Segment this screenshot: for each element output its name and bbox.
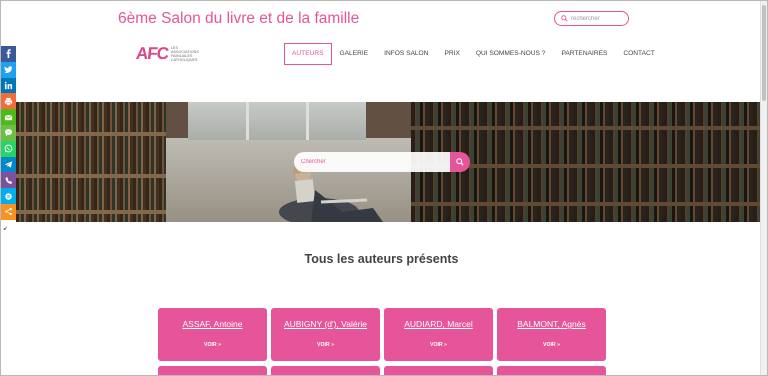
hero-search-form <box>294 152 470 172</box>
nav-item-auteurs[interactable]: AUTEURS <box>284 43 332 65</box>
search-icon <box>561 15 568 22</box>
nav-item-infos-salon[interactable]: INFOS SALON <box>376 43 436 65</box>
facebook-share-button[interactable] <box>1 46 16 62</box>
author-card[interactable] <box>384 366 493 375</box>
share-icon <box>5 208 12 216</box>
author-name-link[interactable]: ASSAF, Antoine <box>158 319 267 329</box>
section-heading: Tous les auteurs présents <box>304 252 459 266</box>
collapse-share-bar-icon[interactable]: ↙ <box>3 225 8 232</box>
author-voir-link[interactable]: VOIR » <box>158 342 267 348</box>
browser-viewport: 6ème Salon du livre et de la famille AFC… <box>0 0 768 376</box>
author-card[interactable]: BALMONT, Agnès VOIR » <box>497 308 606 361</box>
afc-logo[interactable]: AFC LES ASSOCIATIONS FAMILIALES CATHOLIQ… <box>135 44 199 64</box>
author-card[interactable] <box>271 366 380 375</box>
viber-share-button[interactable] <box>1 172 16 189</box>
social-share-bar: S <box>1 46 16 220</box>
author-card[interactable] <box>497 366 606 375</box>
linkedin-icon <box>4 81 13 90</box>
author-voir-link[interactable]: VOIR » <box>384 342 493 348</box>
svg-text:S: S <box>7 194 10 199</box>
nav-item-qui-sommes-nous[interactable]: QUI SOMMES-NOUS ? <box>468 43 554 65</box>
print-button[interactable] <box>1 93 16 110</box>
author-card[interactable]: AUBIGNY (d'), Valérie VOIR » <box>271 308 380 361</box>
twitter-share-button[interactable] <box>1 61 16 78</box>
author-voir-link[interactable]: VOIR » <box>271 342 380 348</box>
nav-item-partenaires[interactable]: PARTENAIRES <box>553 43 615 65</box>
main-nav: AUTEURS GALERIE INFOS SALON PRIX QUI SOM… <box>284 43 663 65</box>
logo-mark: AFC <box>135 44 170 63</box>
author-card[interactable]: AUDIARD, Marcel VOIR » <box>384 308 493 361</box>
sms-icon <box>4 129 13 137</box>
author-name-link[interactable]: AUDIARD, Marcel <box>384 319 493 329</box>
telegram-icon <box>4 161 13 168</box>
email-icon <box>4 114 13 120</box>
hero-search-button[interactable] <box>450 152 470 172</box>
header-search-input[interactable] <box>571 15 626 22</box>
author-name-link[interactable]: BALMONT, Agnès <box>497 319 606 329</box>
whatsapp-icon <box>4 144 13 153</box>
author-name-link[interactable]: AUBIGNY (d'), Valérie <box>271 319 380 329</box>
logo-line: CATHOLIQUES <box>170 58 198 63</box>
twitter-icon <box>4 66 13 74</box>
nav-item-galerie[interactable]: GALERIE <box>332 43 377 65</box>
email-share-button[interactable] <box>1 109 16 125</box>
skype-share-button[interactable]: S <box>1 188 16 204</box>
print-icon <box>4 97 13 106</box>
viber-icon <box>5 176 13 184</box>
nav-item-contact[interactable]: CONTACT <box>615 43 662 65</box>
search-icon <box>456 158 464 166</box>
scrollbar-thumb[interactable] <box>762 5 766 101</box>
author-card[interactable]: ASSAF, Antoine VOIR » <box>158 308 267 361</box>
hero-search-input[interactable] <box>294 152 450 172</box>
facebook-icon <box>6 49 11 59</box>
sms-share-button[interactable] <box>1 124 16 141</box>
linkedin-share-button[interactable] <box>1 77 16 94</box>
logo-tagline: LES ASSOCIATIONS FAMILIALES CATHOLIQUES <box>171 46 199 63</box>
telegram-share-button[interactable] <box>1 156 16 173</box>
whatsapp-share-button[interactable] <box>1 140 16 157</box>
page-scrollbar[interactable] <box>760 1 767 375</box>
author-card[interactable] <box>158 366 267 375</box>
skype-icon: S <box>5 192 12 200</box>
more-share-button[interactable] <box>1 203 16 220</box>
site-title[interactable]: 6ème Salon du livre et de la famille <box>118 10 359 28</box>
nav-item-prix[interactable]: PRIX <box>436 43 467 65</box>
header-search[interactable] <box>554 11 629 26</box>
author-voir-link[interactable]: VOIR » <box>497 342 606 348</box>
